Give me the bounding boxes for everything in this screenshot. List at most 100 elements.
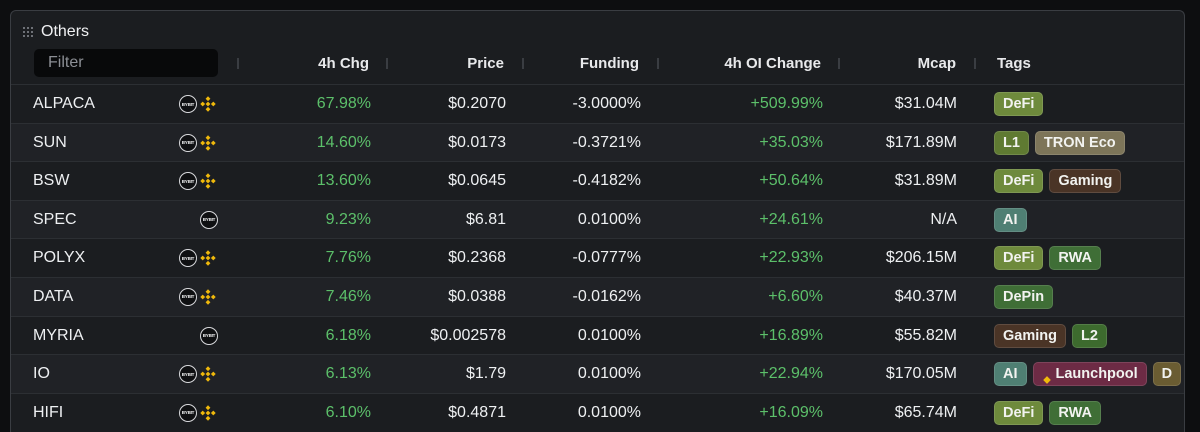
tag-label: L1 <box>1003 134 1020 151</box>
tag-badge[interactable]: DeFi <box>994 246 1044 271</box>
table-row[interactable]: POLYX BYBIT 7.76% $0.2368 -0.0777% +22.93% $20… <box>11 238 1184 277</box>
price-cell: $0.0645 <box>448 172 506 190</box>
table-row[interactable]: DATA BYBIT 7.46% $0.0388 -0.0162% +6.60% $40.3… <box>11 276 1184 316</box>
symbol-cell[interactable]: SPEC <box>33 201 77 239</box>
price-cell: $0.2368 <box>448 249 506 267</box>
table-row[interactable]: HIFI BYBIT 6.10% $0.4871 0.0100% +16.09% $65.7… <box>11 392 1184 432</box>
mcap-cell: $171.89M <box>885 133 957 151</box>
tag-badge[interactable]: AI <box>994 362 1027 387</box>
bybit-icon: BYBIT <box>179 249 197 268</box>
bybit-icon: BYBIT <box>179 133 197 152</box>
tag-badge[interactable]: DeFi <box>994 169 1044 194</box>
tag-label: RWA <box>1058 250 1092 267</box>
table-row[interactable]: MYRIA BYBIT 6.18% $0.002578 0.0100% +16.89% $5… <box>11 315 1184 355</box>
exchange-icons: BYBIT <box>179 95 216 113</box>
binance-icon <box>200 405 216 421</box>
panel-header: Others <box>23 22 89 42</box>
column-resize-handle[interactable] <box>237 58 239 69</box>
tag-label: L2 <box>1080 327 1098 344</box>
column-resize-handle[interactable] <box>657 58 659 69</box>
tag-badge[interactable]: Gaming <box>994 323 1066 348</box>
tag-badge[interactable]: Launchpool <box>1032 362 1147 387</box>
column-header-tags[interactable]: Tags <box>997 55 1031 72</box>
symbol-cell[interactable]: HIFI <box>33 394 63 432</box>
chg-cell: 13.60% <box>316 172 371 190</box>
column-resize-handle[interactable] <box>386 58 388 69</box>
tag-badge[interactable]: DeFi <box>994 92 1044 116</box>
mcap-cell: $31.89M <box>894 172 957 190</box>
table-row[interactable]: SPEC BYBIT 9.23% $6.81 0.0100% +24.61% N/A AI <box>11 199 1184 239</box>
tags-cell: L1 TRON Eco <box>994 130 1125 155</box>
exchange-icons: BYBIT <box>179 172 216 191</box>
chg-cell: 7.46% <box>325 287 371 305</box>
tag-label: DeFi <box>1003 250 1035 267</box>
binance-icon <box>200 289 216 305</box>
tag-label: Gaming <box>1058 173 1113 190</box>
tag-label: DeFi <box>1003 96 1035 112</box>
tag-badge[interactable]: Gaming <box>1049 169 1122 194</box>
tag-badge[interactable]: AI <box>994 207 1027 232</box>
column-resize-handle[interactable] <box>974 58 976 69</box>
tag-badge[interactable]: L2 <box>1071 323 1107 348</box>
chg-cell: 6.10% <box>325 403 371 421</box>
column-resize-handle[interactable] <box>838 58 840 69</box>
tag-label: AI <box>1003 366 1018 383</box>
panel-title: Others <box>41 23 90 40</box>
funding-cell: -0.0162% <box>572 287 642 305</box>
tags-cell: DePin <box>994 284 1054 309</box>
tag-badge[interactable]: DePin <box>994 284 1054 309</box>
tag-badge[interactable]: D <box>1152 362 1182 387</box>
column-header-4h-chg[interactable]: 4h Chg <box>271 55 369 72</box>
mcap-cell: $31.04M <box>894 95 957 112</box>
tag-badge[interactable]: TRON Eco <box>1034 130 1125 155</box>
bybit-icon: BYBIT <box>179 172 197 191</box>
symbol-cell[interactable]: SUN <box>33 124 67 162</box>
exchange-icons: BYBIT <box>200 210 218 229</box>
drag-handle-icon[interactable] <box>23 26 35 38</box>
funding-cell: 0.0100% <box>577 326 641 344</box>
price-cell: $0.0388 <box>448 287 506 305</box>
filter-input[interactable] <box>34 49 218 77</box>
column-header-funding[interactable]: Funding <box>541 55 639 72</box>
tag-badge[interactable]: RWA <box>1049 400 1101 425</box>
binance-icon <box>1042 369 1052 384</box>
mcap-cell: $40.37M <box>894 287 957 305</box>
symbol-cell[interactable]: POLYX <box>33 239 85 277</box>
funding-cell: 0.0100% <box>577 365 641 383</box>
table-row[interactable]: IO BYBIT 6.13% $1.79 0.0100% +22.94% $170.05M A… <box>11 354 1184 393</box>
tags-cell: DeFi RWA <box>994 400 1101 425</box>
binance-icon <box>200 134 216 151</box>
binance-icon <box>200 366 216 382</box>
symbol-cell[interactable]: BSW <box>33 162 69 200</box>
tag-badge[interactable]: RWA <box>1049 246 1101 271</box>
tag-label: DeFi <box>1003 404 1035 421</box>
chg-cell: 67.98% <box>316 95 371 112</box>
tag-label: TRON Eco <box>1043 134 1116 151</box>
symbol-cell[interactable]: MYRIA <box>33 317 84 355</box>
tag-badge[interactable]: DeFi <box>994 400 1044 425</box>
column-header-price[interactable]: Price <box>406 55 504 72</box>
binance-icon <box>200 173 216 189</box>
price-cell: $1.79 <box>465 365 506 383</box>
column-resize-handle[interactable] <box>522 58 524 69</box>
table-row[interactable]: SUN BYBIT 14.60% $0.0173 -0.3721% +35.03% $171… <box>11 122 1184 162</box>
tag-label: D <box>1161 366 1173 383</box>
table-body: ALPACA BYBIT 67.98% $0.2070 -3.0000% +509.99%… <box>11 84 1184 431</box>
oi-change-cell: +509.99% <box>750 95 823 112</box>
column-header-4h-oi-change[interactable]: 4h OI Change <box>691 55 821 72</box>
chg-cell: 9.23% <box>325 210 371 228</box>
symbol-cell[interactable]: ALPACA <box>33 85 95 123</box>
funding-cell: -0.3721% <box>572 133 642 151</box>
funding-cell: 0.0100% <box>577 403 641 421</box>
tags-cell: DeFi RWA <box>994 246 1101 271</box>
column-header-mcap[interactable]: Mcap <box>861 55 956 72</box>
symbol-cell[interactable]: DATA <box>33 278 73 316</box>
tag-badge[interactable]: L1 <box>994 130 1029 155</box>
bybit-icon: BYBIT <box>200 326 218 345</box>
price-cell: $0.2070 <box>448 95 506 112</box>
table-row[interactable]: BSW BYBIT 13.60% $0.0645 -0.4182% +50.64% $31.… <box>11 161 1184 200</box>
table-row[interactable]: ALPACA BYBIT 67.98% $0.2070 -3.0000% +509.99%… <box>11 84 1184 123</box>
binance-icon <box>200 96 216 112</box>
oi-change-cell: +50.64% <box>759 172 823 190</box>
symbol-cell[interactable]: IO <box>33 355 50 393</box>
